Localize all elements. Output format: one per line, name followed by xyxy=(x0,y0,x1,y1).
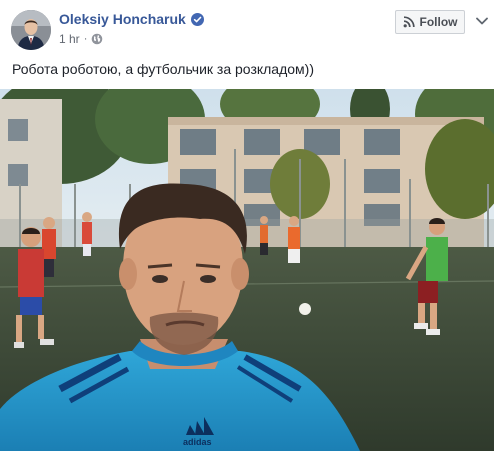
post-header: Oleksiy Honcharuk 1 hr · Follow xyxy=(0,0,494,56)
post-meta: 1 hr · xyxy=(59,32,103,46)
post-options-button[interactable] xyxy=(473,12,491,30)
post-photo[interactable]: adidas xyxy=(0,89,494,451)
globe-icon[interactable] xyxy=(91,33,103,45)
author-avatar[interactable] xyxy=(11,10,51,50)
post-text: Робота роботою, а футбольчик за розкладо… xyxy=(12,61,314,77)
svg-text:adidas: adidas xyxy=(183,437,212,447)
author-row: Oleksiy Honcharuk xyxy=(59,11,204,27)
rss-icon xyxy=(403,16,415,28)
post-timestamp[interactable]: 1 hr xyxy=(59,32,80,46)
chevron-down-icon xyxy=(476,12,488,30)
follow-button-label: Follow xyxy=(419,15,458,29)
author-name[interactable]: Oleksiy Honcharuk xyxy=(59,11,186,27)
verified-badge-icon xyxy=(190,12,204,26)
meta-separator: · xyxy=(83,33,88,45)
follow-button[interactable]: Follow xyxy=(395,10,465,34)
